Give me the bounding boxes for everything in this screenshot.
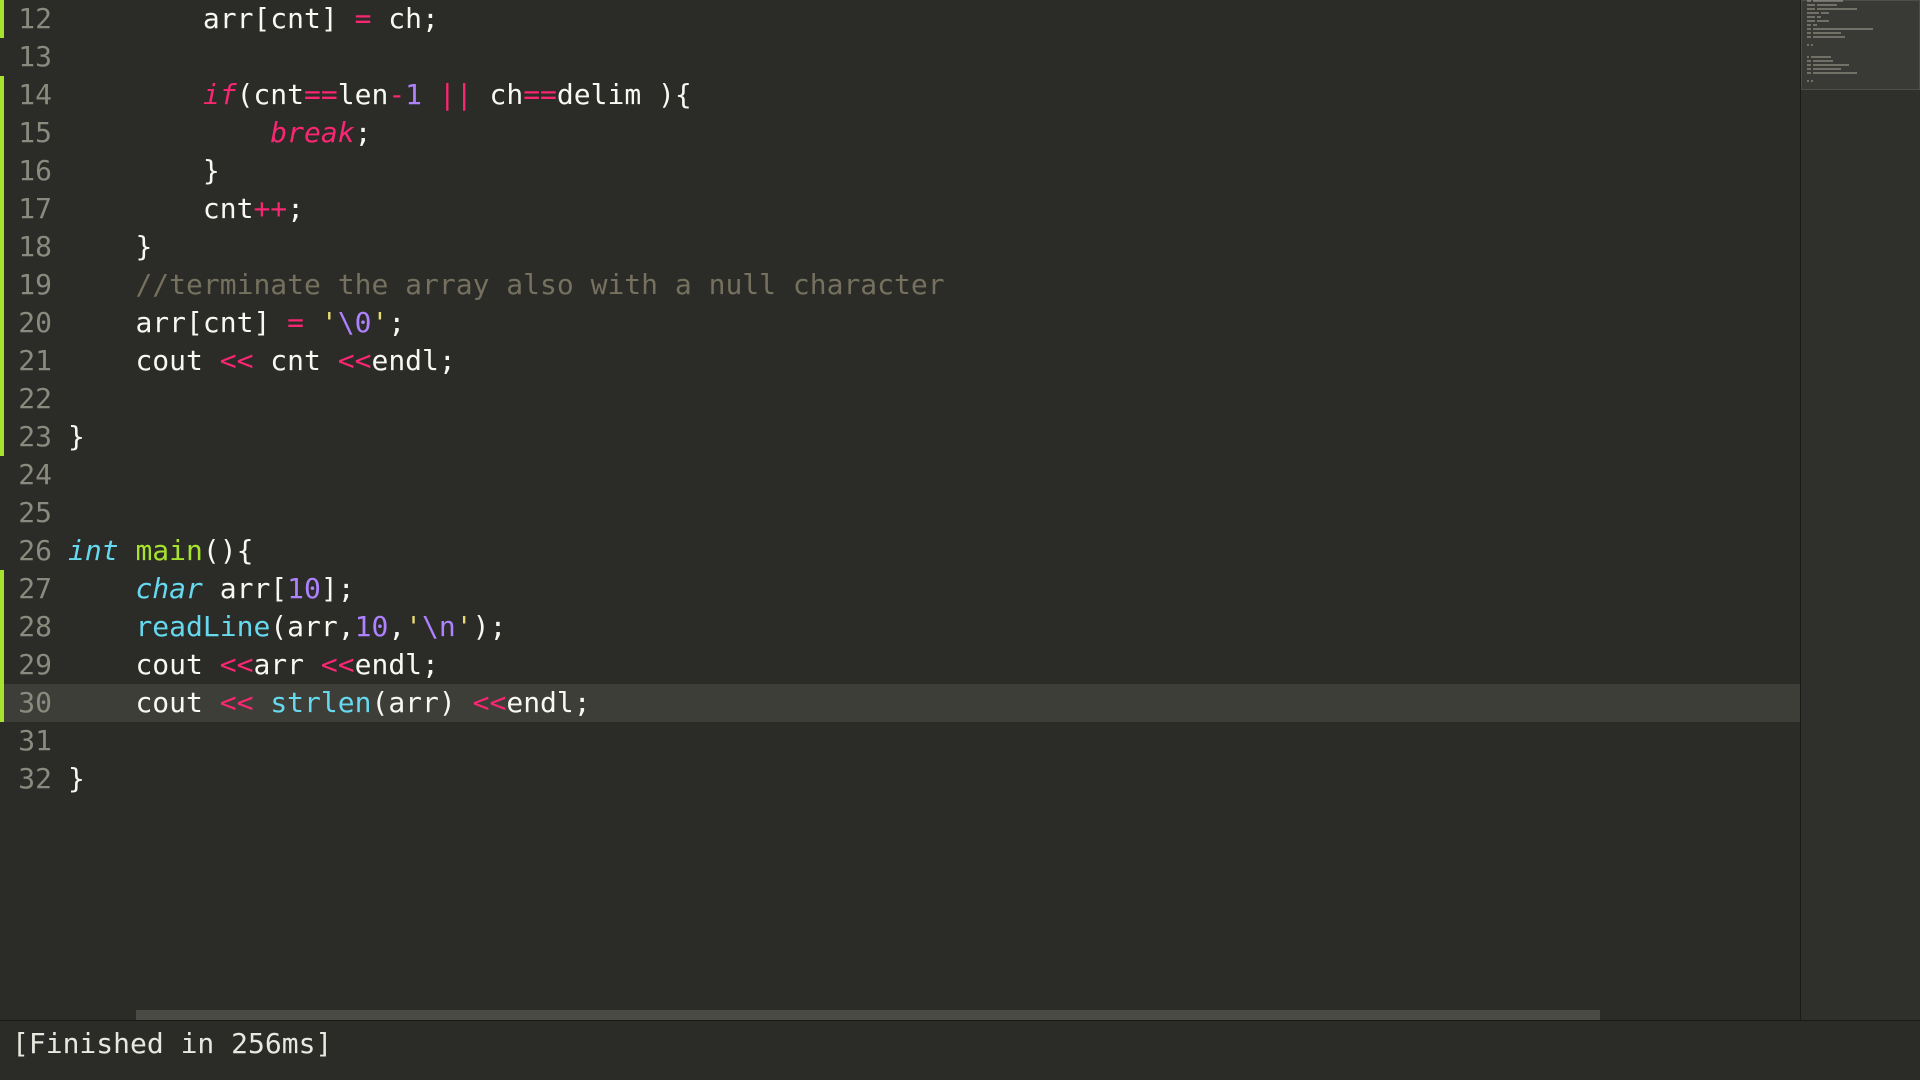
code-area[interactable]: arr[cnt] = ch; if(cnt==len-1 || ch==deli… bbox=[68, 0, 1920, 1020]
line-number: 32 bbox=[0, 760, 68, 798]
horizontal-scrollbar[interactable] bbox=[136, 1010, 1800, 1020]
code-line[interactable]: break; bbox=[68, 114, 1920, 152]
line-number-gutter: 1213141516171819202122232425262728293031… bbox=[0, 0, 68, 1020]
editor-container: 1213141516171819202122232425262728293031… bbox=[0, 0, 1920, 1020]
code-line[interactable]: //terminate the array also with a null c… bbox=[68, 266, 1920, 304]
line-number: 12 bbox=[0, 0, 68, 38]
code-line[interactable] bbox=[68, 456, 1920, 494]
code-line[interactable]: char arr[10]; bbox=[68, 570, 1920, 608]
code-line[interactable]: } bbox=[68, 228, 1920, 266]
line-number: 25 bbox=[0, 494, 68, 532]
code-line[interactable]: if(cnt==len-1 || ch==delim ){ bbox=[68, 76, 1920, 114]
code-line[interactable] bbox=[68, 494, 1920, 532]
minimap[interactable] bbox=[1800, 0, 1920, 1020]
line-number: 16 bbox=[0, 152, 68, 190]
build-output-text: [Finished in 256ms] bbox=[12, 1027, 1908, 1060]
minimap-viewport[interactable] bbox=[1801, 0, 1920, 90]
line-number: 31 bbox=[0, 722, 68, 760]
code-line[interactable]: cout <<arr <<endl; bbox=[68, 646, 1920, 684]
code-line[interactable]: } bbox=[68, 760, 1920, 798]
line-number: 28 bbox=[0, 608, 68, 646]
line-number: 23 bbox=[0, 418, 68, 456]
code-line[interactable]: cnt++; bbox=[68, 190, 1920, 228]
code-line[interactable]: readLine(arr,10,'\n'); bbox=[68, 608, 1920, 646]
line-number: 14 bbox=[0, 76, 68, 114]
code-line[interactable]: cout << cnt <<endl; bbox=[68, 342, 1920, 380]
line-number: 20 bbox=[0, 304, 68, 342]
line-number: 24 bbox=[0, 456, 68, 494]
build-output-panel: [Finished in 256ms] bbox=[0, 1020, 1920, 1080]
code-line[interactable]: } bbox=[68, 418, 1920, 456]
code-line[interactable]: cout << strlen(arr) <<endl; bbox=[68, 684, 1920, 722]
line-number: 21 bbox=[0, 342, 68, 380]
line-number: 22 bbox=[0, 380, 68, 418]
line-number: 26 bbox=[0, 532, 68, 570]
code-line[interactable]: } bbox=[68, 152, 1920, 190]
line-number: 15 bbox=[0, 114, 68, 152]
line-number: 13 bbox=[0, 38, 68, 76]
code-line[interactable]: arr[cnt] = '\0'; bbox=[68, 304, 1920, 342]
line-number: 18 bbox=[0, 228, 68, 266]
code-line[interactable]: int main(){ bbox=[68, 532, 1920, 570]
line-number: 29 bbox=[0, 646, 68, 684]
line-number: 27 bbox=[0, 570, 68, 608]
code-line[interactable]: arr[cnt] = ch; bbox=[68, 0, 1920, 38]
horizontal-scrollbar-thumb[interactable] bbox=[136, 1010, 1600, 1020]
code-line[interactable] bbox=[68, 38, 1920, 76]
code-line[interactable] bbox=[68, 380, 1920, 418]
line-number: 17 bbox=[0, 190, 68, 228]
line-number: 19 bbox=[0, 266, 68, 304]
line-number: 30 bbox=[0, 684, 68, 722]
code-line[interactable] bbox=[68, 722, 1920, 760]
